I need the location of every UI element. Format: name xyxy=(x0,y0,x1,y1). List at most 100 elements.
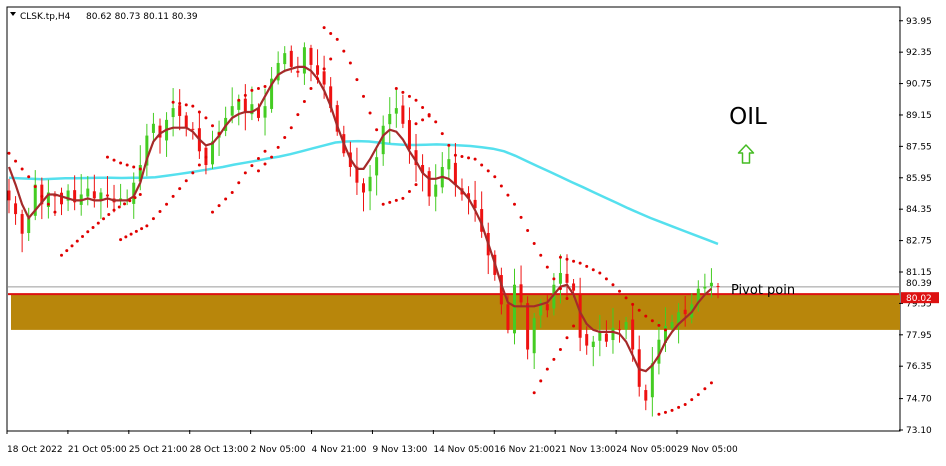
candle-body xyxy=(151,123,155,133)
psar-dot xyxy=(125,163,129,167)
psar-dot xyxy=(624,296,628,300)
psar-dot xyxy=(578,261,582,265)
psar-dot xyxy=(33,185,37,189)
psar-dot xyxy=(289,126,293,130)
current-price-value: 80.39 xyxy=(906,279,932,289)
candle-body xyxy=(105,194,109,197)
candle-body xyxy=(716,285,720,287)
candle-body xyxy=(20,214,24,234)
candle-body xyxy=(572,283,576,291)
psar-dot xyxy=(283,136,287,140)
psar-dot xyxy=(132,165,136,169)
psar-dot xyxy=(362,94,365,98)
x-tick-label: 16 Nov 21:00 xyxy=(494,445,555,455)
psar-dot xyxy=(407,190,411,194)
candle-body xyxy=(585,334,589,346)
candle-body xyxy=(683,309,687,315)
candle-body xyxy=(86,188,90,197)
psar-dot xyxy=(696,393,700,397)
candle-body xyxy=(545,304,549,311)
psar-dot xyxy=(178,187,182,191)
psar-dot xyxy=(499,184,503,188)
psar-dot xyxy=(440,132,444,136)
psar-dot xyxy=(263,162,267,166)
psar-dot xyxy=(375,128,379,132)
candle-body xyxy=(283,53,287,65)
x-tick-label: 18 Oct 2022 xyxy=(7,445,63,455)
x-tick-label: 14 Nov 05:00 xyxy=(433,445,494,455)
psar-dot xyxy=(401,90,405,94)
psar-dot xyxy=(65,249,69,253)
psar-dot xyxy=(539,379,543,383)
psar-dot xyxy=(123,202,127,206)
psar-dot xyxy=(243,93,247,97)
candle-body xyxy=(309,47,313,65)
y-axis: 93.95 92.35 90.75 89.15 87.55 85.95 84.35 82.75… xyxy=(899,17,932,436)
psar-dot xyxy=(663,410,667,414)
psar-dot xyxy=(414,122,418,126)
psar-dot xyxy=(211,210,215,214)
candle-body xyxy=(92,191,96,199)
x-tick-label: 25 Oct 21:00 xyxy=(129,445,188,455)
psar-dot xyxy=(618,289,622,293)
candle-body xyxy=(302,47,306,74)
y-tick-label: 90.75 xyxy=(906,80,932,90)
candle-body xyxy=(532,318,536,354)
psar-dot xyxy=(348,61,352,65)
psar-dot xyxy=(250,88,254,92)
psar-dot xyxy=(565,336,569,340)
x-tick-label: 29 Nov 05:00 xyxy=(677,445,738,455)
psar-dot xyxy=(657,412,661,416)
candle-body xyxy=(27,218,31,234)
candle-body xyxy=(394,108,398,114)
psar-dot xyxy=(96,221,100,225)
psar-dot xyxy=(151,217,155,221)
psar-dot xyxy=(309,86,313,90)
psar-dot xyxy=(493,175,497,179)
psar-dot xyxy=(133,196,137,200)
candle-body xyxy=(407,120,411,150)
candle-body xyxy=(14,203,18,215)
y-tick-label: 76.35 xyxy=(906,362,932,372)
psar-dot xyxy=(102,217,106,221)
psar-dot xyxy=(342,49,346,53)
x-axis: 18 Oct 2022 21 Oct 05:00 25 Oct 21:00 28 Oc… xyxy=(6,430,738,455)
psar-dot xyxy=(434,120,438,124)
psar-dot xyxy=(237,181,241,185)
psar-dot xyxy=(519,215,523,219)
y-tick-label: 82.75 xyxy=(906,237,932,247)
y-tick-label: 87.55 xyxy=(906,142,932,152)
psar-dot xyxy=(329,32,333,36)
psar-dot xyxy=(184,103,188,107)
candle-body xyxy=(709,282,713,287)
price-chart[interactable]: 93.95 92.35 90.75 89.15 87.55 85.95 84.35 82.75… xyxy=(0,0,946,466)
psar-dot xyxy=(657,323,661,327)
candle-body xyxy=(381,125,385,155)
candle-body xyxy=(677,312,681,324)
psar-dot xyxy=(145,224,149,228)
psar-dot xyxy=(453,153,457,157)
support-zone xyxy=(11,294,900,330)
pivot-price-value: 80.02 xyxy=(906,294,932,304)
candle-body xyxy=(611,327,615,341)
candle-body xyxy=(427,171,431,197)
psar-dot xyxy=(545,367,549,371)
psar-dot xyxy=(53,210,57,214)
psar-dot xyxy=(598,271,602,275)
x-tick-label: 24 Nov 05:00 xyxy=(616,445,677,455)
psar-dot xyxy=(644,314,648,318)
candle-body xyxy=(211,141,215,165)
psar-dot xyxy=(421,105,425,109)
psar-dot xyxy=(316,77,320,81)
pivot-price-tag: 80.02 xyxy=(901,292,939,304)
psar-dot xyxy=(263,85,267,89)
psar-dot xyxy=(197,110,201,114)
psar-dot xyxy=(322,67,326,71)
psar-dot xyxy=(60,253,64,257)
psar-dot xyxy=(237,98,241,102)
psar-dot xyxy=(558,255,562,259)
psar-dot xyxy=(322,26,326,30)
psar-dot xyxy=(532,242,536,246)
psar-dot xyxy=(631,302,635,306)
candle-body xyxy=(171,108,175,118)
